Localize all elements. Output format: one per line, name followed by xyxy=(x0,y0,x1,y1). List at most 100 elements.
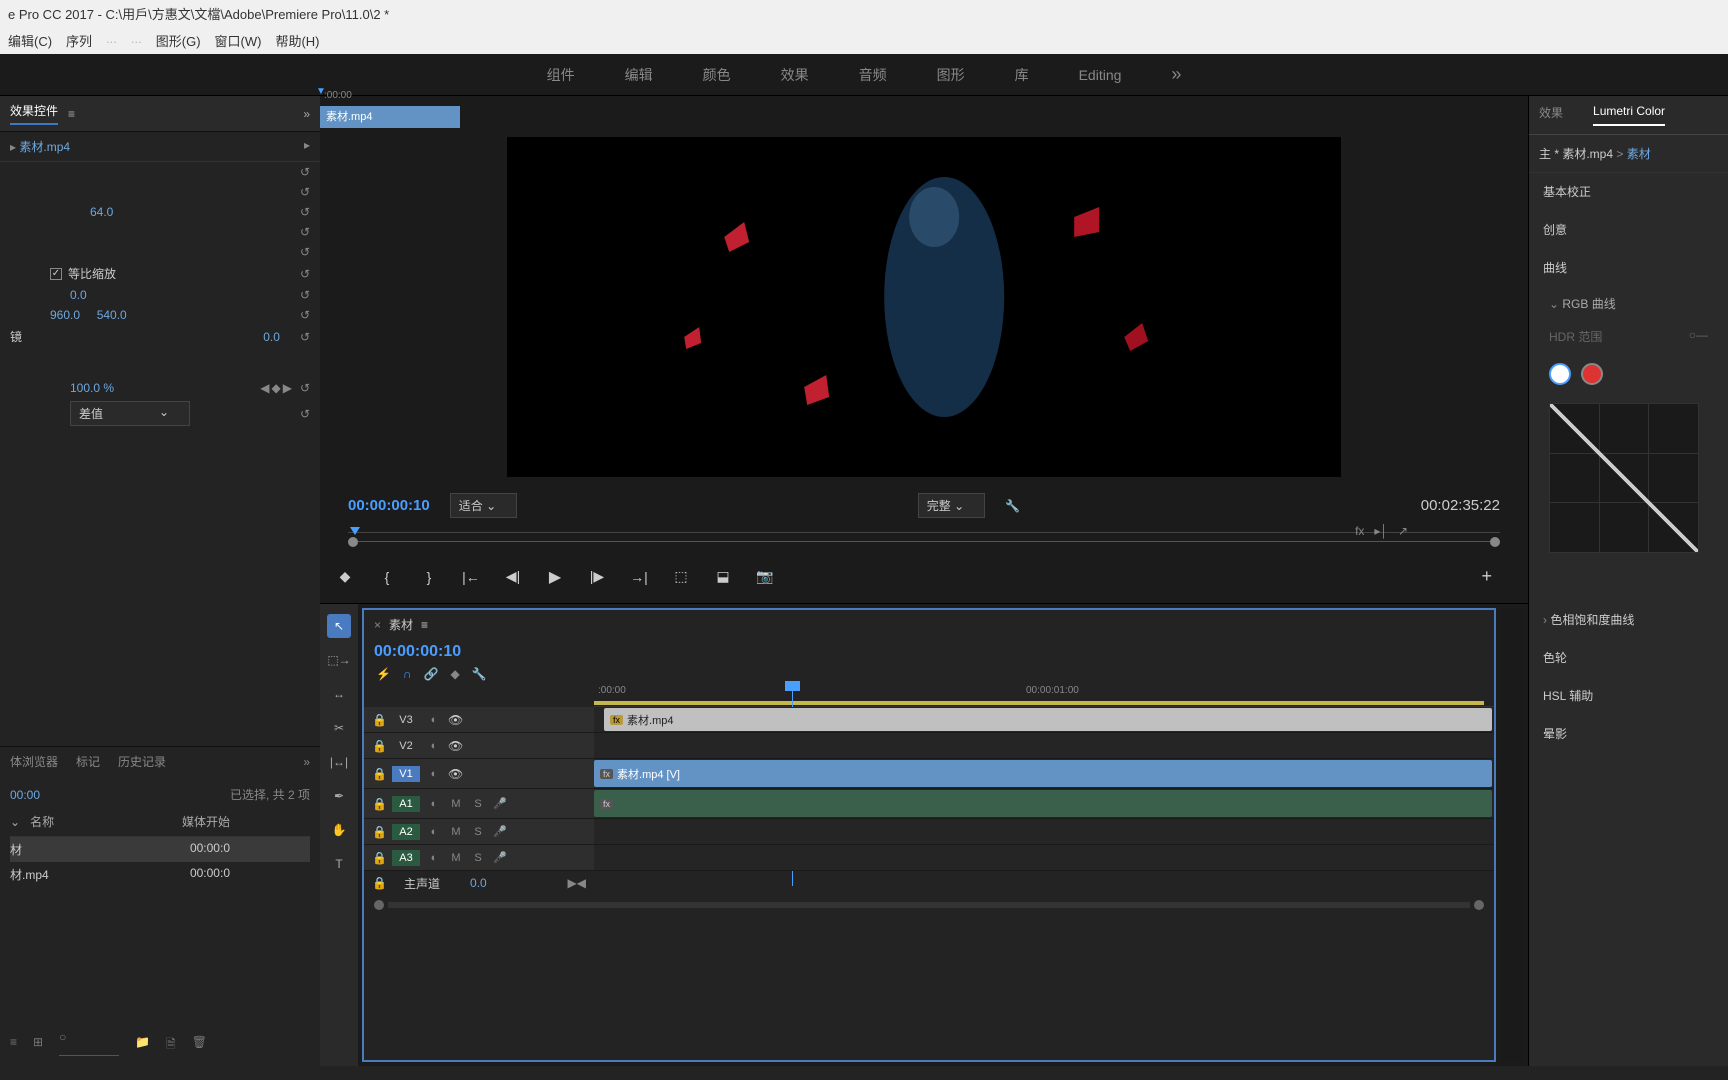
reset-icon[interactable]: ↺ xyxy=(300,165,310,179)
zoom-slider[interactable]: ○ xyxy=(59,1035,119,1056)
eye-icon[interactable]: 👁 xyxy=(448,739,463,753)
bin-item-clip[interactable]: 材.mp4 00:00:0 xyxy=(10,862,310,887)
quality-dropdown[interactable]: 完整 ⌄ xyxy=(918,493,985,518)
reset-icon[interactable]: ↺ xyxy=(300,225,310,239)
program-timecode[interactable]: 00:00:00:10 xyxy=(348,497,430,514)
menu-sequence[interactable]: 序列 xyxy=(66,31,92,50)
pen-tool[interactable]: ✒ xyxy=(327,784,351,808)
reset-icon[interactable]: ↺ xyxy=(300,308,310,322)
eye-icon[interactable]: 👁 xyxy=(448,713,463,727)
type-tool[interactable]: T xyxy=(327,852,351,876)
clip-v3[interactable]: fx 素材.mp4 xyxy=(604,708,1492,731)
sync-lock-icon[interactable]: ◐ xyxy=(426,826,442,838)
track-a2-target[interactable]: A2 xyxy=(392,824,420,840)
ws-editing[interactable]: Editing xyxy=(1079,67,1122,83)
overflow-icon[interactable]: » xyxy=(303,755,310,769)
blend-mode-dropdown[interactable]: 差值 ⌄ xyxy=(70,401,190,426)
menu-graphics[interactable]: 图形(G) xyxy=(156,31,201,50)
voice-over-icon[interactable]: 🎤 xyxy=(492,851,508,864)
lock-icon[interactable]: 🔒 xyxy=(372,825,386,839)
section-color-wheels[interactable]: 色轮 xyxy=(1529,639,1728,677)
tab-history[interactable]: 历史记录 xyxy=(118,753,166,770)
mute-button[interactable]: M xyxy=(448,826,464,838)
reset-icon[interactable]: ↺ xyxy=(300,381,310,395)
collapse-arrow-icon[interactable]: » xyxy=(303,107,310,121)
sync-lock-icon[interactable]: ◐ xyxy=(426,740,442,752)
lumetri-clip-link[interactable]: 素材 xyxy=(1627,147,1651,161)
eye-icon[interactable]: 👁 xyxy=(448,767,463,781)
program-scrubber[interactable] xyxy=(348,532,1500,552)
tab-effects[interactable]: 效果 xyxy=(1539,104,1563,126)
track-a3-target[interactable]: A3 xyxy=(392,850,420,866)
zoom-handle-left[interactable] xyxy=(374,900,384,910)
section-hsl[interactable]: HSL 辅助 xyxy=(1529,677,1728,715)
ec-toggle-icon[interactable]: ▸ xyxy=(304,138,310,152)
zoom-handle-right[interactable] xyxy=(1474,900,1484,910)
ws-editing-cn[interactable]: 编辑 xyxy=(625,65,653,85)
razor-tool[interactable]: ✂ xyxy=(327,716,351,740)
new-item-icon[interactable]: 🗎 xyxy=(166,1035,176,1056)
panel-menu-icon[interactable]: ≡ xyxy=(421,618,428,632)
ws-audio[interactable]: 音频 xyxy=(859,65,887,85)
menu-help[interactable]: 帮助(H) xyxy=(275,31,319,50)
col-media-start[interactable]: 媒体开始 xyxy=(150,813,230,830)
reset-icon[interactable]: ↺ xyxy=(300,288,310,302)
lock-icon[interactable]: 🔒 xyxy=(372,739,386,753)
mark-out-icon[interactable]: } xyxy=(420,569,438,585)
clip-v1[interactable]: fx 素材.mp4 [V] xyxy=(594,760,1492,787)
section-creative[interactable]: 创意 xyxy=(1529,211,1728,249)
delete-icon[interactable]: 🗑 xyxy=(192,1035,207,1056)
program-video-output[interactable] xyxy=(507,137,1341,477)
uniform-scale-checkbox[interactable] xyxy=(50,268,62,280)
export-icon[interactable]: ↗ xyxy=(1398,524,1408,538)
solo-button[interactable]: S xyxy=(470,826,486,838)
marker-icon[interactable]: ◆ xyxy=(451,667,460,681)
sync-lock-icon[interactable]: ◐ xyxy=(426,852,442,864)
in-handle[interactable] xyxy=(348,537,358,547)
opacity-value[interactable]: 100.0 % xyxy=(70,381,114,395)
magnet-icon[interactable]: ∩ xyxy=(403,667,412,681)
ws-color[interactable]: 颜色 xyxy=(703,65,731,85)
voice-over-icon[interactable]: 🎤 xyxy=(492,797,508,810)
panel-menu-icon[interactable]: ≡ xyxy=(68,107,75,121)
ec-mini-clip[interactable]: 素材.mp4 xyxy=(320,106,460,128)
snap-icon[interactable]: ⚡ xyxy=(376,667,391,681)
solo-button[interactable]: S xyxy=(470,798,486,810)
mute-button[interactable]: M xyxy=(448,798,464,810)
section-vignette[interactable]: 晕影 xyxy=(1529,715,1728,753)
list-view-icon[interactable]: ≡ xyxy=(10,1035,17,1056)
lock-icon[interactable]: 🔒 xyxy=(372,767,386,781)
hand-tool[interactable]: ✋ xyxy=(327,818,351,842)
menu-item[interactable]: ... xyxy=(106,31,117,50)
new-bin-icon[interactable]: 📁 xyxy=(135,1035,150,1056)
timeline-zoom[interactable] xyxy=(364,895,1494,915)
play-icon[interactable]: ▶ xyxy=(546,567,564,587)
ec-mini-ruler[interactable]: ▼ :00:00 xyxy=(320,90,460,106)
master-value[interactable]: 0.0 xyxy=(470,876,487,890)
ws-overflow-icon[interactable]: » xyxy=(1171,64,1181,85)
lock-icon[interactable]: 🔒 xyxy=(372,713,386,727)
reset-icon[interactable]: ↺ xyxy=(300,267,310,281)
slip-tool[interactable]: |↔| xyxy=(327,750,351,774)
sync-lock-icon[interactable]: ◐ xyxy=(426,798,442,810)
track-v1-target[interactable]: V1 xyxy=(392,766,420,782)
selection-tool[interactable]: ↖ xyxy=(327,614,351,638)
work-area-bar[interactable] xyxy=(594,701,1484,705)
sync-lock-icon[interactable]: ◐ xyxy=(426,768,442,780)
sequence-tab[interactable]: 素材 xyxy=(389,616,413,633)
lift-icon[interactable]: ⬚ xyxy=(672,568,690,585)
section-rgb-curves[interactable]: ⌄ RGB 曲线 xyxy=(1529,287,1728,320)
col-name[interactable]: ⌄名称 xyxy=(10,813,150,830)
track-v3-target[interactable]: V3 xyxy=(392,712,420,728)
track-select-tool[interactable]: ⬚→ xyxy=(327,648,351,672)
lock-icon[interactable]: 🔒 xyxy=(372,876,386,890)
pos-y[interactable]: 540.0 xyxy=(97,308,127,322)
ripple-edit-tool[interactable]: ↔ xyxy=(327,682,351,706)
effect-controls-tab[interactable]: 效果控件 xyxy=(10,102,58,125)
section-hue-sat[interactable]: › 色相饱和度曲线 xyxy=(1529,601,1728,639)
ec-clip-header[interactable]: ▸ 素材.mp4 ▸ xyxy=(0,132,320,162)
go-to-in-icon[interactable]: |← xyxy=(462,569,480,585)
out-handle[interactable] xyxy=(1490,537,1500,547)
add-marker-icon[interactable]: ◆ xyxy=(336,568,354,585)
ws-assembly[interactable]: 组件 xyxy=(547,65,575,85)
